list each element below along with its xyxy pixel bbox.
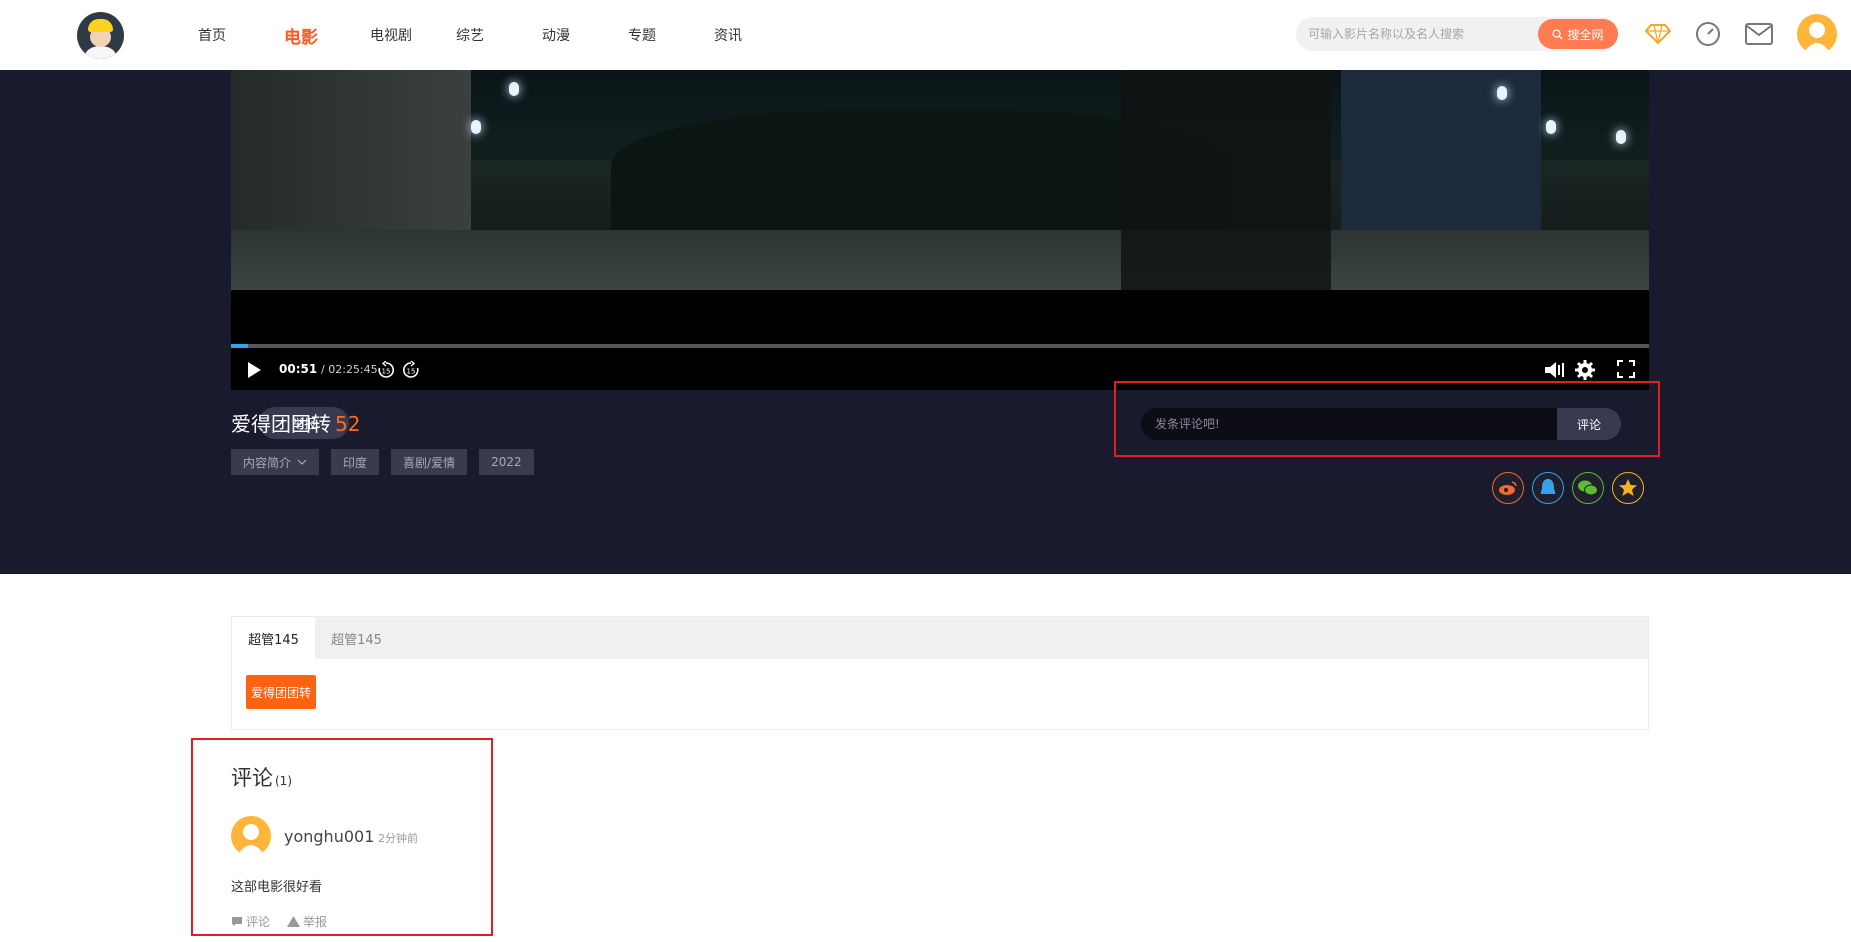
comments-title: 评论 (1) xyxy=(231,762,292,792)
nav-variety[interactable]: 综艺 xyxy=(448,25,534,45)
tab-source-2[interactable]: 超管145 xyxy=(315,617,398,659)
time-display: 00:51 / 02:25:45 xyxy=(279,362,378,376)
nav-home[interactable]: 首页 xyxy=(190,25,276,45)
history-clock-icon[interactable] xyxy=(1694,20,1722,48)
comment-text: 这部电影很好看 xyxy=(231,880,323,895)
warning-icon xyxy=(287,916,300,927)
comment-reply-label: 评论 xyxy=(246,915,271,929)
search-button[interactable]: 搜全网 xyxy=(1538,19,1618,49)
weibo-icon[interactable] xyxy=(1492,472,1524,504)
volume-mute-icon[interactable] xyxy=(1543,358,1567,382)
player-section: 00:51 / 02:25:45 15 15 举报 发条评论吧! 评论 爱得团团… xyxy=(0,70,1851,574)
settings-gear-icon[interactable] xyxy=(1573,358,1597,382)
video-frame[interactable] xyxy=(231,70,1649,290)
comments-count: (1) xyxy=(275,774,292,788)
comment-report-action[interactable]: 举报 xyxy=(287,913,327,930)
movie-tags: 内容简介 印度 喜剧/爱情 2022 xyxy=(231,449,546,475)
svg-text:15: 15 xyxy=(382,368,391,376)
tag-synopsis-label: 内容简介 xyxy=(243,455,292,470)
comment-time: 2分钟前 xyxy=(378,832,418,845)
play-icon[interactable] xyxy=(243,358,265,382)
highlight-box xyxy=(1114,381,1660,457)
search-input[interactable] xyxy=(1308,17,1528,51)
vip-diamond-icon[interactable] xyxy=(1644,20,1672,48)
movie-score: 52 xyxy=(335,412,361,436)
movie-title: 爱得团团转 52 xyxy=(231,408,360,437)
favorite-star-icon[interactable] xyxy=(1612,472,1644,504)
user-avatar[interactable] xyxy=(1797,14,1837,54)
nav-movie[interactable]: 电影 xyxy=(276,23,362,48)
qq-icon[interactable] xyxy=(1532,472,1564,504)
episode-button[interactable]: 爱得团团转 xyxy=(246,675,316,709)
tag-genre[interactable]: 喜剧/爱情 xyxy=(391,449,468,475)
tag-year[interactable]: 2022 xyxy=(479,449,534,475)
site-logo[interactable] xyxy=(77,12,124,59)
chevron-down-icon xyxy=(297,459,307,465)
episode-panel: 超管145 超管145 爱得团团转 xyxy=(231,616,1649,730)
rewind-15-icon[interactable]: 15 xyxy=(376,360,396,380)
message-mail-icon[interactable] xyxy=(1745,20,1773,48)
top-header: 首页 电影 电视剧 综艺 动漫 专题 资讯 搜全网 xyxy=(0,0,1851,70)
progress-fill xyxy=(231,344,249,348)
source-tabs: 超管145 超管145 xyxy=(232,617,1648,659)
nav-anime[interactable]: 动漫 xyxy=(534,25,620,45)
comment-username[interactable]: yonghu001 xyxy=(284,827,374,846)
nav-topic[interactable]: 专题 xyxy=(620,25,706,45)
tag-synopsis[interactable]: 内容简介 xyxy=(231,449,320,475)
current-time: 00:51 xyxy=(279,362,318,376)
nav-tv[interactable]: 电视剧 xyxy=(362,25,448,45)
tab-source-1[interactable]: 超管145 xyxy=(232,617,315,659)
comments-title-text: 评论 xyxy=(231,766,273,790)
total-time: 02:25:45 xyxy=(328,363,378,376)
search-box: 搜全网 xyxy=(1296,17,1618,51)
fullscreen-icon[interactable] xyxy=(1615,358,1637,380)
main-nav: 首页 电影 电视剧 综艺 动漫 专题 资讯 xyxy=(190,0,792,70)
search-icon xyxy=(1552,28,1564,40)
nav-news[interactable]: 资讯 xyxy=(706,25,792,45)
comment-report-label: 举报 xyxy=(303,915,328,929)
comment-reply-action[interactable]: 评论 xyxy=(231,913,270,930)
tag-region[interactable]: 印度 xyxy=(331,449,380,475)
page: 首页 电影 电视剧 综艺 动漫 专题 资讯 搜全网 xyxy=(0,0,1851,942)
wechat-icon[interactable] xyxy=(1572,472,1604,504)
search-button-label: 搜全网 xyxy=(1567,27,1604,42)
progress-bar[interactable] xyxy=(231,344,1649,348)
movie-title-text: 爱得团团转 xyxy=(231,412,331,436)
forward-15-icon[interactable]: 15 xyxy=(401,360,421,380)
comment-avatar[interactable] xyxy=(231,816,271,856)
comment-bubble-icon xyxy=(232,917,242,926)
svg-text:15: 15 xyxy=(407,368,416,376)
